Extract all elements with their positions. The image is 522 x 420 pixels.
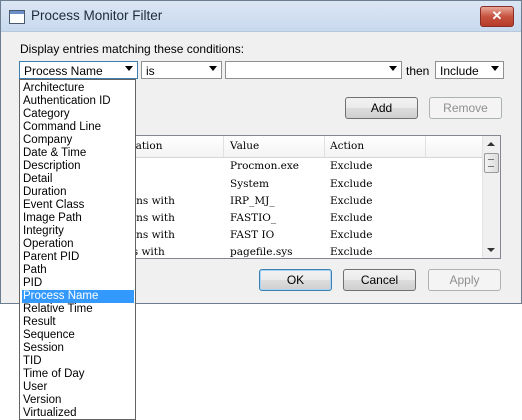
value-combobox[interactable] [225, 61, 402, 79]
row-action: Exclude [330, 195, 373, 207]
dropdown-option[interactable]: PID [22, 277, 134, 290]
row-action: Exclude [330, 229, 373, 241]
close-button[interactable]: ✕ [480, 6, 514, 27]
dropdown-option[interactable]: Detail [22, 173, 134, 186]
dropdown-option[interactable]: Integrity [22, 225, 134, 238]
apply-button[interactable]: Apply [428, 269, 501, 291]
chevron-down-icon [389, 66, 397, 71]
relation-combobox[interactable]: is [141, 61, 222, 79]
dropdown-option[interactable]: Duration [22, 186, 134, 199]
dropdown-option[interactable]: Authentication ID [22, 95, 134, 108]
scroll-up-arrow-icon[interactable] [487, 142, 495, 146]
relation-combobox-value: is [146, 64, 155, 78]
row-action: Exclude [330, 178, 373, 190]
dropdown-option-selected[interactable]: Process Name [22, 290, 134, 303]
column-combobox-value: Process Name [24, 64, 103, 78]
row-value: System [230, 178, 269, 190]
row-action: Exclude [330, 246, 373, 258]
title-bar[interactable]: Process Monitor Filter ✕ [1, 1, 521, 32]
conditions-label: Display entries matching these condition… [20, 42, 245, 56]
column-divider[interactable] [223, 136, 224, 157]
vertical-scrollbar[interactable] [482, 136, 500, 258]
row-value: Procmon.exe [230, 160, 300, 172]
app-window-icon [9, 10, 25, 24]
action-combobox[interactable]: Include [435, 61, 504, 79]
window-title: Process Monitor Filter [31, 8, 163, 23]
row-action: Exclude [330, 212, 373, 224]
dropdown-option[interactable]: Relative Time [22, 303, 134, 316]
add-button[interactable]: Add [345, 97, 418, 119]
remove-button[interactable]: Remove [429, 97, 502, 119]
dropdown-option[interactable]: Virtualized [22, 407, 134, 420]
row-value: FAST IO [230, 229, 275, 241]
dropdown-option[interactable]: Time of Day [22, 368, 134, 381]
dropdown-option[interactable]: User [22, 381, 134, 394]
row-value: FASTIO_ [230, 212, 277, 224]
action-combobox-value: Include [440, 64, 479, 78]
dropdown-option[interactable]: Description [22, 160, 134, 173]
dropdown-option[interactable]: Category [22, 108, 134, 121]
dropdown-option[interactable]: Parent PID [22, 251, 134, 264]
dropdown-option[interactable]: Date & Time [22, 147, 134, 160]
dropdown-option[interactable]: Architecture [22, 82, 134, 95]
dropdown-option[interactable]: Version [22, 394, 134, 407]
column-header-action[interactable]: Action [330, 140, 364, 152]
dropdown-option[interactable]: Result [22, 316, 134, 329]
dropdown-option[interactable]: Sequence [22, 329, 134, 342]
chevron-down-icon [491, 66, 499, 71]
row-action: Exclude [330, 160, 373, 172]
column-divider[interactable] [324, 136, 325, 157]
dropdown-option[interactable]: Image Path [22, 212, 134, 225]
dropdown-option[interactable]: Command Line [22, 121, 134, 134]
row-value: pagefile.sys [230, 246, 293, 258]
dropdown-option[interactable]: Session [22, 342, 134, 355]
cancel-button[interactable]: Cancel [343, 269, 416, 291]
column-header-value[interactable]: Value [230, 140, 259, 152]
dropdown-option[interactable]: Operation [22, 238, 134, 251]
column-divider[interactable] [425, 136, 426, 157]
dropdown-option[interactable]: TID [22, 355, 134, 368]
chevron-down-icon [125, 66, 133, 71]
dropdown-option[interactable]: Path [22, 264, 134, 277]
chevron-down-icon [209, 66, 217, 71]
dropdown-option[interactable]: Company [22, 134, 134, 147]
row-value: IRP_MJ_ [230, 195, 275, 207]
scroll-down-arrow-icon[interactable] [487, 248, 495, 252]
column-combobox[interactable]: Process Name [19, 61, 138, 79]
dropdown-option[interactable]: Event Class [22, 199, 134, 212]
scrollbar-thumb[interactable] [484, 153, 499, 173]
column-dropdown-list[interactable]: Architecture Authentication ID Category … [19, 79, 136, 420]
then-label: then [406, 64, 430, 78]
ok-button[interactable]: OK [259, 269, 332, 291]
